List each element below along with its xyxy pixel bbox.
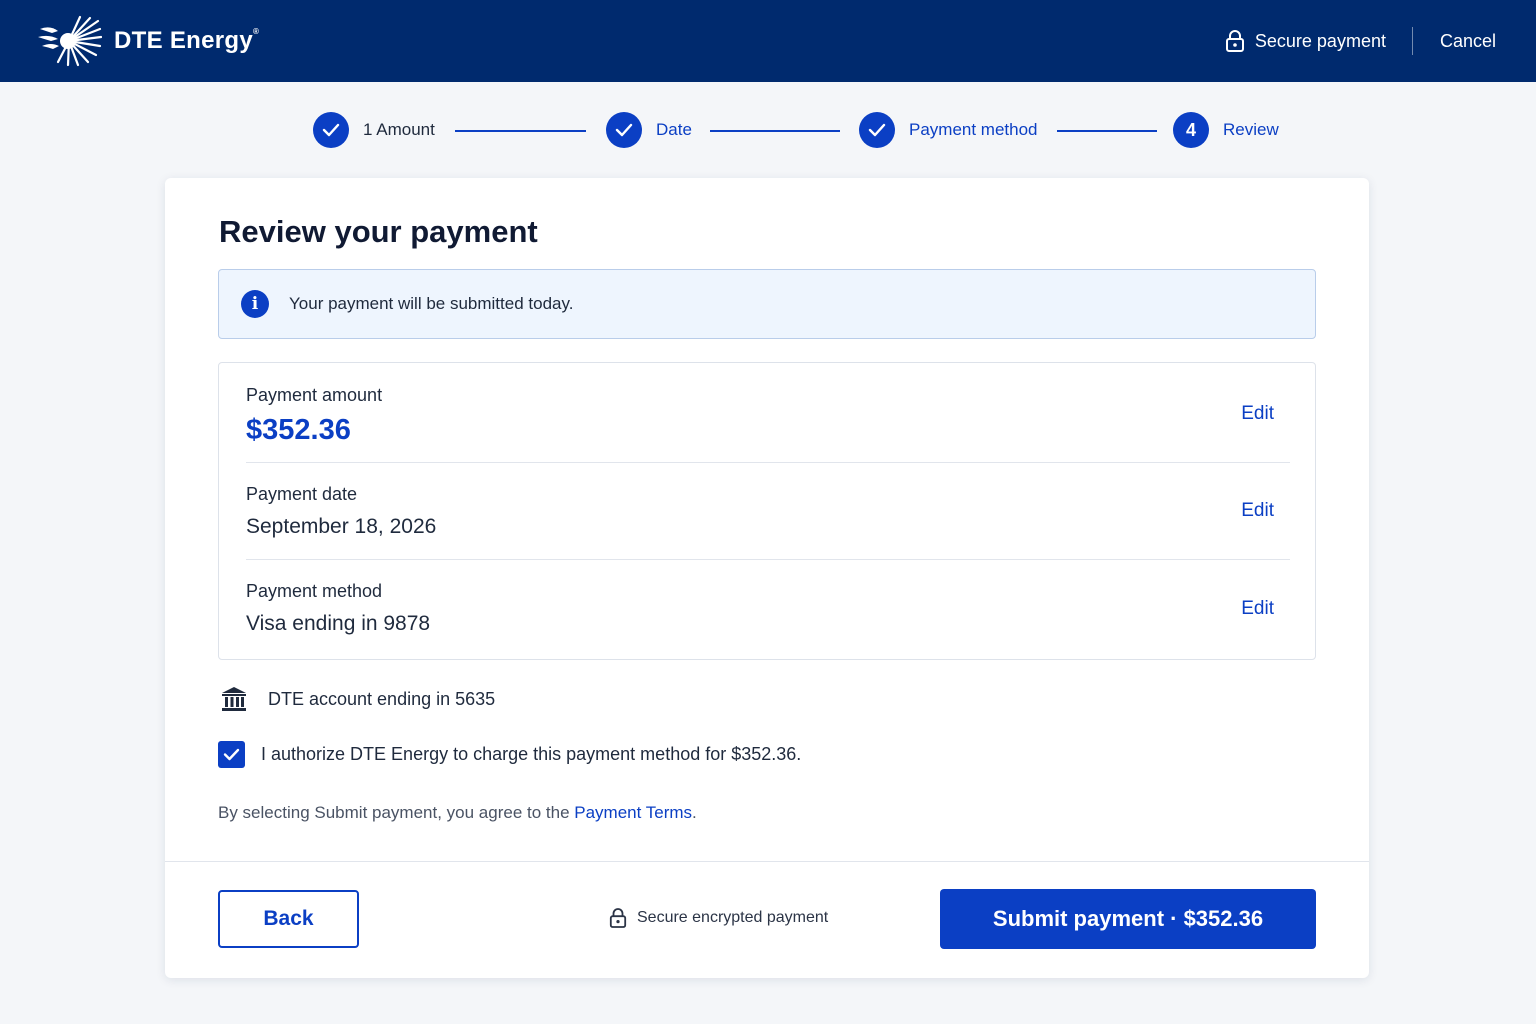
terms-prefix: By selecting Submit payment, you agree t…	[218, 803, 575, 822]
payment-terms-link[interactable]: Payment Terms	[574, 803, 692, 822]
step-review: 4 Review	[1173, 112, 1279, 148]
secure-note-label: Secure encrypted payment	[637, 909, 829, 926]
authorize-label: I authorize DTE Energy to charge this pa…	[261, 744, 802, 764]
step-amount[interactable]: 1 Amount	[313, 112, 435, 148]
step-label-review: Review	[1223, 120, 1279, 139]
summary-row-date: Payment date September 18, 2026	[246, 484, 1290, 539]
info-message: Your payment will be submitted today.	[289, 294, 574, 313]
dte-logo-icon	[38, 15, 102, 67]
top-header: DTE Energy® Secure payment Cancel	[0, 0, 1536, 82]
step-connector	[710, 130, 840, 132]
terms-text: By selecting Submit payment, you agree t…	[218, 803, 697, 823]
step-connector	[1057, 130, 1157, 132]
page-title: Review your payment	[219, 214, 538, 249]
summary-row-method: Payment method Visa ending in 9878	[246, 581, 1290, 636]
submit-payment-button[interactable]: Submit payment · $352.36	[940, 889, 1316, 949]
step-number-badge: 4	[1173, 112, 1209, 148]
brand[interactable]: DTE Energy®	[36, 15, 259, 67]
account-text: DTE account ending in 5635	[268, 688, 496, 709]
authorize-checkbox[interactable]	[218, 741, 245, 768]
edit-method-link[interactable]: Edit	[1241, 598, 1274, 620]
step-complete-badge	[606, 112, 642, 148]
footer-divider	[165, 861, 1369, 862]
step-complete-badge	[859, 112, 895, 148]
step-complete-badge	[313, 112, 349, 148]
method-label: Payment method	[246, 581, 383, 601]
step-label-payment-method: Payment method	[909, 120, 1038, 139]
cancel-link[interactable]: Cancel	[1413, 31, 1496, 52]
date-value: September 18, 2026	[246, 515, 437, 538]
method-value: Visa ending in 9878	[246, 612, 431, 635]
lock-icon	[609, 908, 627, 928]
summary-row-amount: Payment amount $352.36	[246, 385, 1290, 447]
progress-stepper: 1 Amount Date Payment method 4 Review	[0, 112, 1536, 152]
step-connector	[455, 130, 586, 132]
amount-label: Payment amount	[246, 385, 383, 405]
payment-summary: Payment amount $352.36 Edit Payment date…	[218, 362, 1316, 660]
date-label: Payment date	[246, 484, 358, 504]
brand-name: DTE Energy®	[114, 27, 260, 54]
secure-payment-label: Secure payment	[1254, 30, 1386, 51]
step-payment-method[interactable]: Payment method	[859, 112, 1038, 148]
authorize-row: I authorize DTE Energy to charge this pa…	[218, 741, 801, 768]
row-divider	[246, 462, 1290, 463]
check-icon	[868, 123, 886, 137]
terms-suffix: .	[692, 803, 697, 822]
info-icon: i	[241, 290, 269, 318]
amount-value: $352.36	[246, 414, 351, 446]
row-divider	[246, 559, 1290, 560]
review-card: Review your payment i Your payment will …	[165, 178, 1369, 978]
secure-payment-indicator: Secure payment	[1225, 29, 1412, 53]
account-info: DTE account ending in 5635	[220, 685, 495, 713]
step-label-amount: 1 Amount	[363, 120, 435, 139]
edit-date-link[interactable]: Edit	[1241, 500, 1274, 522]
header-actions: Secure payment Cancel	[1225, 27, 1496, 55]
check-icon	[615, 123, 633, 137]
secure-encrypted-note: Secure encrypted payment	[609, 907, 828, 929]
bank-icon	[222, 687, 246, 711]
info-banner: i Your payment will be submitted today.	[218, 269, 1316, 339]
back-button[interactable]: Back	[218, 890, 359, 948]
lock-icon	[1225, 30, 1244, 52]
edit-amount-link[interactable]: Edit	[1241, 403, 1274, 425]
step-label-date: Date	[656, 120, 692, 139]
check-icon	[322, 123, 340, 137]
step-date[interactable]: Date	[606, 112, 692, 148]
check-icon	[223, 748, 240, 761]
